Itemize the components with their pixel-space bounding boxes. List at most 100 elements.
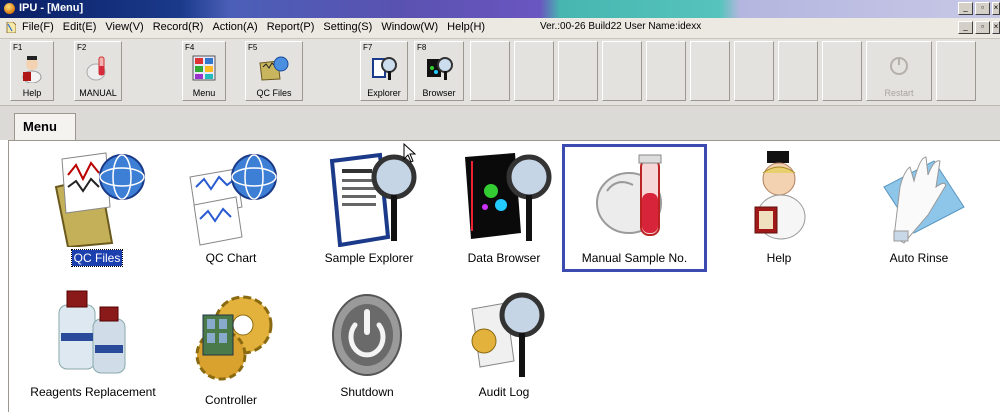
- auto-rinse-icon: [883, 156, 965, 244]
- restore-icon[interactable]: ▫: [975, 2, 990, 15]
- menu-item-label: Help: [709, 251, 849, 265]
- sample-explorer-label: Sample Explorer: [324, 251, 414, 265]
- menu-item-reagents-replacement[interactable]: Reagents Replacement: [17, 281, 169, 409]
- mouse-pointer-icon: [403, 143, 417, 163]
- toolbar-empty-slot: [822, 41, 862, 101]
- data-browser-icon: [465, 153, 552, 241]
- menu-edit[interactable]: Edit(E): [63, 21, 97, 33]
- menu-item-label: QC Chart: [161, 251, 301, 265]
- help-doctor-icon: [754, 151, 806, 240]
- qc-chart-label: QC Chart: [205, 251, 257, 265]
- toolbar-label: Browser: [422, 88, 456, 98]
- manual-tube-icon: [86, 56, 106, 81]
- menu-file[interactable]: File(F): [22, 21, 54, 33]
- toolbar-label: QC Files: [256, 88, 292, 98]
- fkey-label: F1: [13, 43, 23, 52]
- qc-files-icon: [54, 152, 145, 247]
- app-icon: [4, 3, 15, 14]
- shutdown-label: Shutdown: [340, 385, 394, 399]
- menu-item-qc-files[interactable]: QC Files: [27, 143, 167, 271]
- toolbar-qc-files-button[interactable]: F5 QC Files: [245, 41, 303, 101]
- menu-record[interactable]: Record(R): [153, 21, 204, 33]
- toolbar-empty-slot: [514, 41, 554, 101]
- toolbar-manual-button[interactable]: F2 MANUAL: [74, 41, 122, 101]
- manual-sample-label: Manual Sample No.: [581, 251, 688, 265]
- mdi-close-icon[interactable]: ×: [992, 21, 1000, 34]
- toolbar-browser-button[interactable]: F8 Browser: [414, 41, 464, 101]
- toolbar-empty-slot: [936, 41, 976, 101]
- toolbar-empty-slot: [646, 41, 686, 101]
- menu-item-label: Auto Rinse: [849, 251, 989, 265]
- menu-item-label: Controller: [161, 393, 301, 407]
- fkey-label: F8: [417, 43, 427, 52]
- help-doctor-icon: [22, 56, 42, 83]
- menu-view[interactable]: View(V): [105, 21, 143, 33]
- window-title: IPU - [Menu]: [19, 2, 84, 14]
- menu-item-label: Sample Explorer: [299, 251, 439, 265]
- toolbar-explorer-button[interactable]: F7 Explorer: [360, 41, 408, 101]
- toolbar-empty-slot: [558, 41, 598, 101]
- window-controls: _ ▫ ×: [958, 2, 1000, 15]
- menu-item-label: Audit Log: [434, 385, 574, 399]
- menu-report[interactable]: Report(P): [267, 21, 315, 33]
- version-info: Ver.:00-26 Build22 User Name:idexx: [540, 21, 702, 32]
- toolbar-empty-slot: [470, 41, 510, 101]
- menu-item-audit-log[interactable]: Audit Log: [434, 281, 574, 409]
- explorer-icon: [372, 57, 397, 80]
- menu-grid-icon: [192, 55, 216, 81]
- reagents-icon: [58, 290, 126, 374]
- menu-item-auto-rinse[interactable]: Auto Rinse: [849, 143, 989, 271]
- browser-icon: [427, 57, 453, 80]
- toolbar-help-button[interactable]: F1 Help: [10, 41, 54, 101]
- fkey-label: F7: [363, 43, 373, 52]
- menu-item-label: Data Browser: [434, 251, 574, 265]
- menu-bar: File(F) Edit(E) View(V) Record(R) Action…: [0, 18, 1000, 39]
- toolbar: F1 Help F2 MANUAL F4 Menu F5 QC Files F7…: [0, 39, 1000, 106]
- controller-gear-icon: [195, 295, 273, 381]
- menu-action[interactable]: Action(A): [212, 21, 257, 33]
- mdi-window-controls: _ ▫ ×: [958, 21, 1000, 34]
- auto-rinse-label: Auto Rinse: [889, 251, 949, 265]
- menu-item-controller[interactable]: Controller: [161, 281, 301, 409]
- menu-item-label: Manual Sample No.: [565, 251, 704, 265]
- reagents-label: Reagents Replacement: [30, 385, 156, 399]
- restart-icon: [890, 57, 908, 75]
- audit-log-icon: [471, 292, 545, 377]
- toolbar-empty-slot: [734, 41, 774, 101]
- qc-files-label: QC Files: [70, 249, 124, 267]
- menu-item-label: QC Files: [27, 249, 167, 267]
- close-icon[interactable]: ×: [992, 2, 1000, 15]
- menu-item-label: Shutdown: [297, 385, 437, 399]
- tab-menu[interactable]: Menu: [14, 113, 76, 140]
- menu-help[interactable]: Help(H): [447, 21, 485, 33]
- tab-strip: Menu: [0, 106, 1000, 140]
- menu-item-manual-sample-no[interactable]: Manual Sample No.: [562, 144, 707, 272]
- fkey-label: F2: [77, 43, 87, 52]
- minimize-icon[interactable]: _: [958, 2, 973, 15]
- toolbar-label: Help: [22, 88, 42, 98]
- menu-item-shutdown[interactable]: Shutdown: [297, 281, 437, 409]
- mdi-document-icon: [6, 22, 16, 33]
- menu-item-data-browser[interactable]: Data Browser: [434, 143, 574, 271]
- audit-log-label: Audit Log: [478, 385, 530, 399]
- toolbar-menu-button[interactable]: F4 Menu: [182, 41, 226, 101]
- qc-chart-icon: [189, 154, 277, 246]
- menu-item-help[interactable]: Help: [709, 143, 849, 271]
- menu-item-qc-chart[interactable]: QC Chart: [161, 143, 301, 271]
- menu-panel: QC Files QC Chart Sample Explorer Data B…: [8, 140, 1000, 412]
- toolbar-empty-slot: [778, 41, 818, 101]
- toolbar-restart-button[interactable]: Restart: [866, 41, 932, 101]
- mdi-minimize-icon[interactable]: _: [958, 21, 973, 34]
- fkey-label: F5: [248, 43, 258, 52]
- menu-item-sample-explorer[interactable]: Sample Explorer: [299, 143, 439, 271]
- shutdown-icon: [332, 294, 402, 376]
- toolbar-label: Explorer: [367, 88, 401, 98]
- menu-window[interactable]: Window(W): [381, 21, 438, 33]
- toolbar-label: MANUAL: [79, 88, 117, 98]
- toolbar-empty-slot: [602, 41, 642, 101]
- menu-setting[interactable]: Setting(S): [323, 21, 372, 33]
- controller-label: Controller: [204, 393, 258, 407]
- mdi-restore-icon[interactable]: ▫: [975, 21, 990, 34]
- data-browser-label: Data Browser: [467, 251, 541, 265]
- toolbar-label: Menu: [192, 88, 216, 98]
